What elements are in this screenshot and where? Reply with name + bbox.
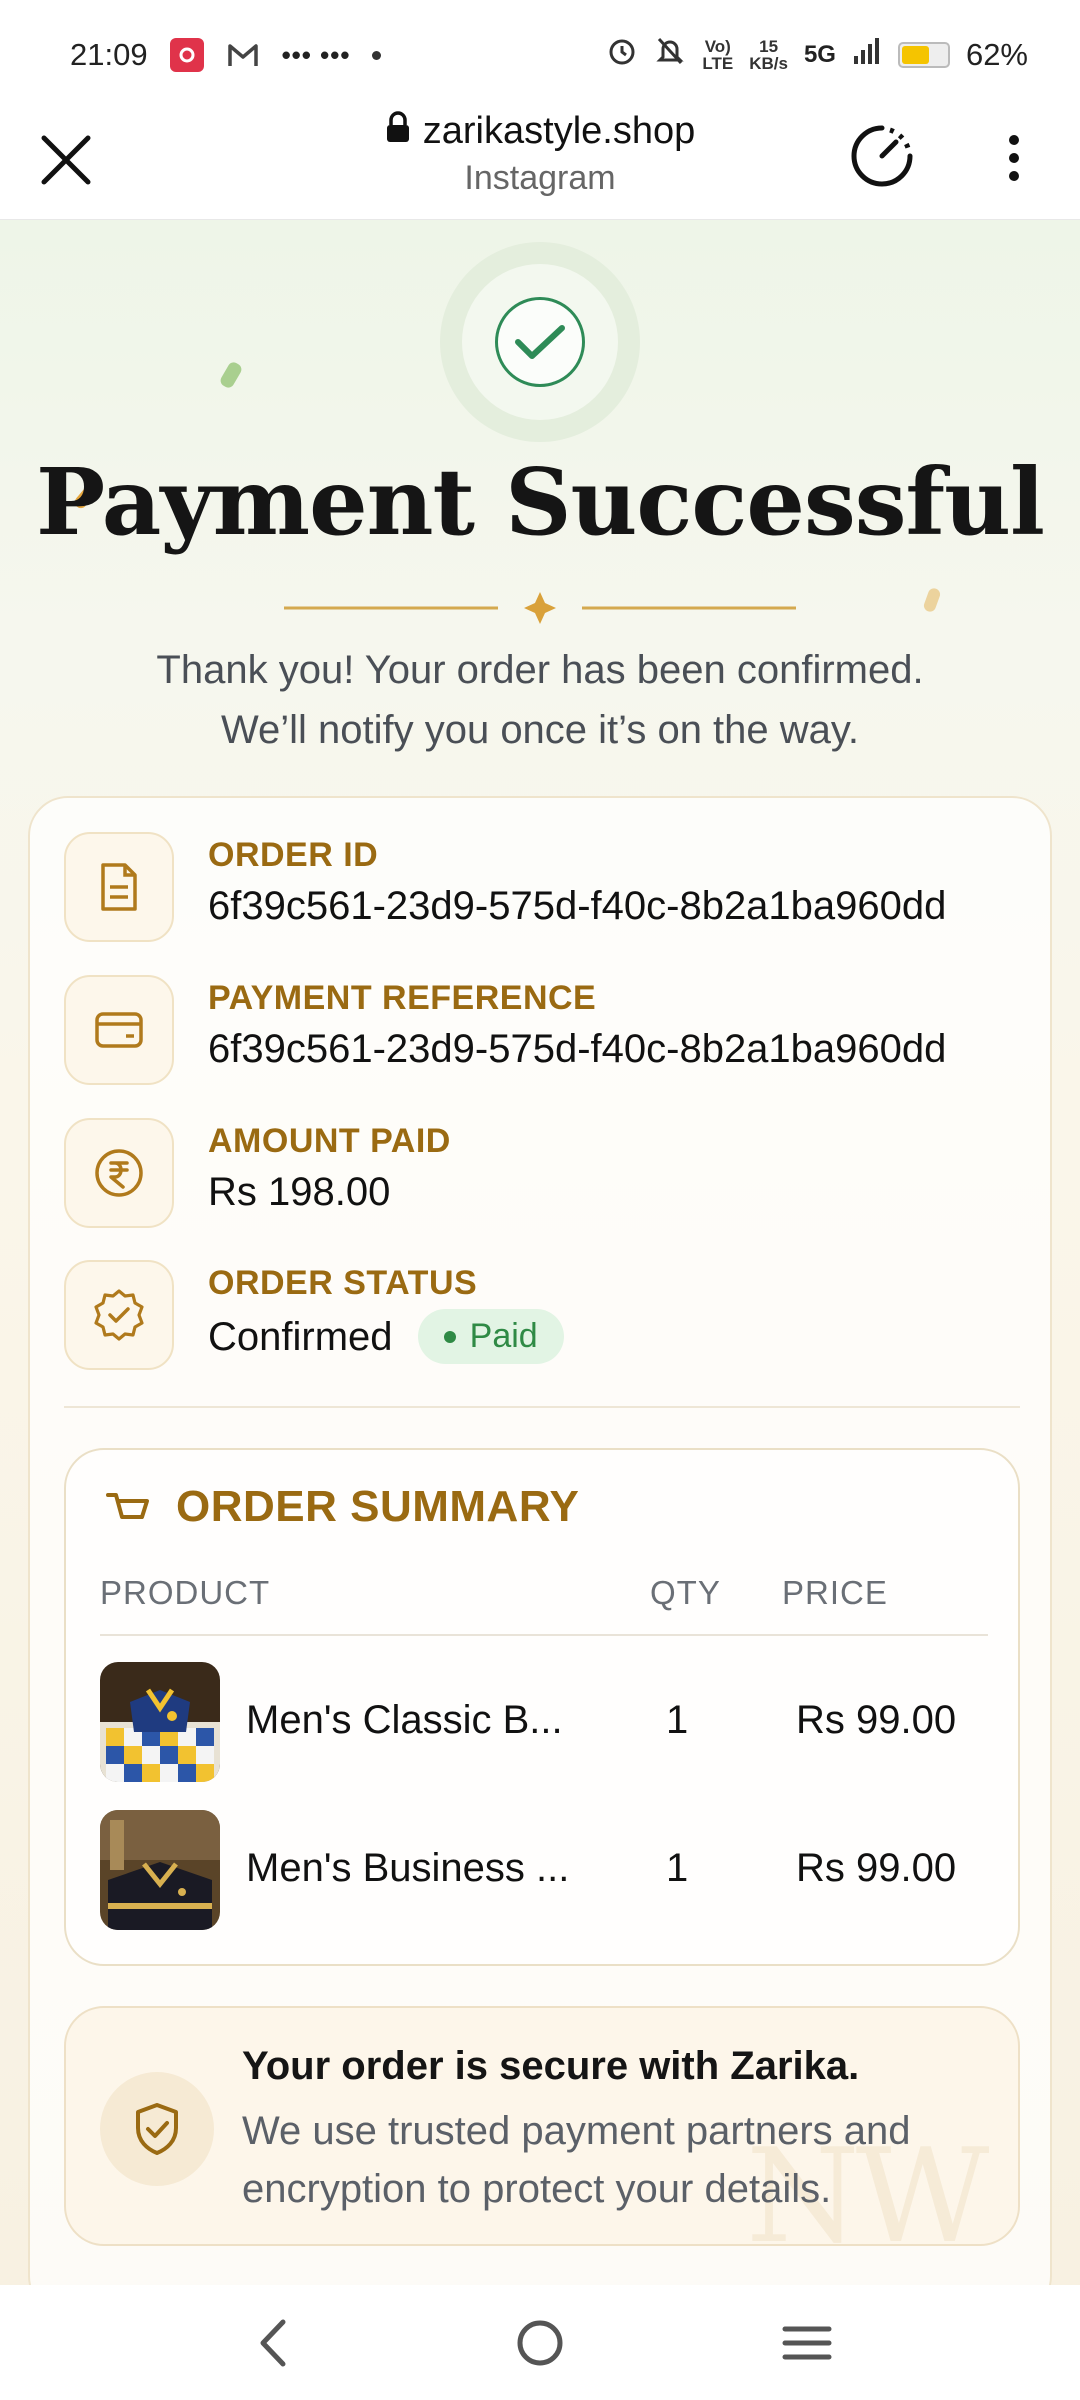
order-summary-title: ORDER SUMMARY	[176, 1482, 580, 1531]
status-time: 21:09	[70, 37, 148, 72]
product-price: Rs 99.00	[796, 1698, 957, 1742]
volte-bottom: LTE	[702, 54, 734, 73]
order-status-row: ORDER STATUS Confirmed Paid	[64, 1260, 1024, 1380]
home-icon[interactable]	[505, 2308, 575, 2378]
order-status-label: ORDER STATUS	[208, 1264, 478, 1302]
url-domain-row: zarikastyle.shop	[200, 110, 880, 153]
shield-check-icon	[100, 2072, 214, 2186]
card-divider	[64, 1406, 1020, 1408]
close-icon[interactable]	[36, 130, 96, 190]
system-navigation-bar	[0, 2285, 1080, 2400]
shopping-basket-icon	[106, 1493, 149, 1519]
network-type: 5G	[803, 41, 836, 68]
rupee-icon	[64, 1118, 174, 1228]
status-bar-right: Vo) LTE 15 KB/s 5G 62%	[606, 35, 1028, 75]
check-icon	[495, 297, 585, 387]
url-domain: zarikastyle.shop	[422, 110, 696, 152]
product-thumbnail	[100, 1810, 220, 1930]
signal-icon	[852, 36, 882, 74]
summary-header-divider	[100, 1634, 988, 1636]
product-thumbnail	[100, 1662, 220, 1782]
recent-apps-icon[interactable]	[772, 2308, 842, 2378]
order-summary-header: ORDER SUMMARY	[104, 1482, 579, 1532]
volte-indicator: Vo) LTE	[702, 38, 733, 72]
payment-reference-row: PAYMENT REFERENCE 6f39c561-23d9-575d-f40…	[64, 975, 1024, 1095]
app-notification-icon	[169, 38, 204, 72]
order-status-value-row: Confirmed Paid	[208, 1309, 564, 1367]
lock-icon	[385, 110, 411, 153]
gmail-icon	[226, 38, 260, 72]
paid-badge-label: Paid	[469, 1317, 538, 1355]
order-details-card: ORDER ID 6f39c561-23d9-575d-f40c-8b2a1ba…	[28, 796, 1052, 2285]
more-notifications-icon: ••• •••	[281, 39, 351, 70]
title-divider	[284, 592, 796, 624]
payment-reference-label: PAYMENT REFERENCE	[208, 979, 597, 1017]
page-title: Payment Successful	[36, 448, 1045, 556]
network-speed: 15 KB/s	[749, 38, 788, 72]
table-row[interactable]: Men's Business ... 1 Rs 99.00	[100, 1810, 988, 1930]
amount-paid-label: AMOUNT PAID	[208, 1122, 451, 1160]
security-note-text: We use trusted payment partners and encr…	[242, 2109, 911, 2211]
product-name: Men's Classic B...	[246, 1698, 563, 1742]
paid-dot-icon	[443, 1330, 456, 1343]
alarm-icon	[606, 35, 638, 75]
column-header-qty: QTY	[650, 1574, 721, 1611]
url-subtitle: Instagram	[464, 159, 616, 197]
url-area[interactable]: zarikastyle.shop Instagram	[200, 110, 880, 198]
column-header-price: PRICE	[782, 1574, 888, 1611]
confirmation-line-1: Thank you! Your order has been confirmed…	[156, 648, 924, 692]
confetti-decoration	[218, 360, 244, 390]
product-qty: 1	[666, 1846, 689, 1890]
paid-status-badge: Paid	[417, 1309, 564, 1364]
back-icon[interactable]	[238, 2308, 308, 2378]
page-speed-icon[interactable]	[846, 120, 918, 192]
payment-success-page: Payment Successful Thank you! Your order…	[0, 220, 1080, 2285]
mute-icon	[654, 35, 686, 75]
security-note-title: Your order is secure with Zarika.	[242, 2044, 860, 2088]
success-badge	[462, 264, 618, 420]
amount-paid-row: AMOUNT PAID Rs 198.00	[64, 1118, 1024, 1238]
confirmation-line-2: We’ll notify you once it’s on the way.	[220, 708, 860, 752]
browser-bar: zarikastyle.shop Instagram	[0, 110, 1080, 220]
security-note: NW Your order is secure with Zarika. We …	[64, 2006, 1020, 2246]
order-id-value: 6f39c561-23d9-575d-f40c-8b2a1ba960dd	[208, 884, 947, 928]
notification-dot-icon	[372, 50, 382, 60]
confirmation-message: Thank you! Your order has been confirmed…	[60, 640, 1020, 760]
battery-icon	[897, 42, 950, 68]
column-header-product: PRODUCT	[100, 1574, 271, 1611]
product-name: Men's Business ...	[246, 1846, 570, 1890]
status-bar: 21:09 ••• ••• Vo) LTE 15 KB/s 5G 62%	[0, 0, 1080, 110]
verified-badge-icon	[64, 1260, 174, 1370]
order-summary: ORDER SUMMARY PRODUCT QTY PRICE Men's Cl…	[64, 1448, 1020, 1966]
order-id-row: ORDER ID 6f39c561-23d9-575d-f40c-8b2a1ba…	[64, 832, 1024, 952]
product-qty: 1	[666, 1698, 689, 1742]
more-options-icon[interactable]	[996, 128, 1032, 188]
amount-paid-value: Rs 198.00	[208, 1170, 391, 1214]
product-price: Rs 99.00	[796, 1846, 957, 1890]
credit-card-icon	[64, 975, 174, 1085]
network-speed-unit: KB/s	[749, 54, 788, 73]
table-row[interactable]: Men's Classic B... 1 Rs 99.00	[100, 1662, 988, 1782]
battery-fill	[901, 46, 930, 64]
status-bar-left: 21:09 ••• •••	[70, 37, 382, 73]
document-icon	[64, 832, 174, 942]
battery-percent: 62%	[965, 37, 1028, 72]
order-status-value: Confirmed	[208, 1315, 393, 1360]
payment-reference-value: 6f39c561-23d9-575d-f40c-8b2a1ba960dd	[208, 1027, 947, 1071]
order-id-label: ORDER ID	[208, 836, 379, 874]
